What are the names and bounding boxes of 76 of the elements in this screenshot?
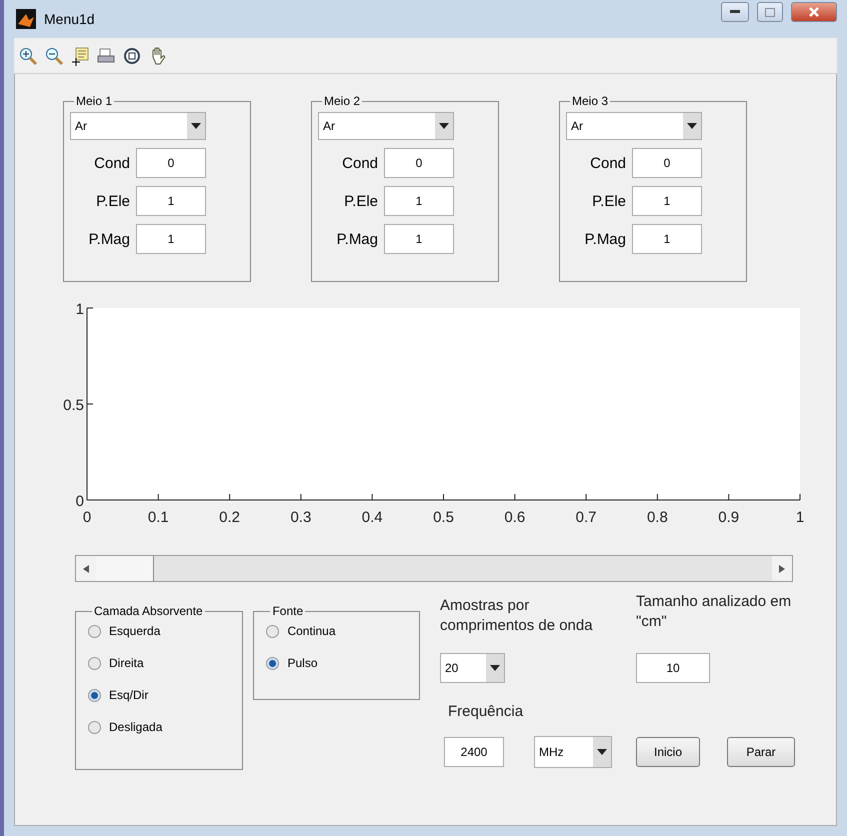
parameter-field[interactable]: 1: [384, 186, 454, 216]
parameter-label: P.Ele: [95, 192, 130, 210]
maximize-icon: [765, 8, 775, 16]
radio-option[interactable]: Esq/Dir: [88, 688, 230, 702]
action-button[interactable]: Inicio: [636, 736, 700, 766]
tick-label: 0.9: [718, 509, 740, 526]
parameter-label: P.Mag: [88, 230, 130, 248]
panel-title: Meio 3: [571, 94, 610, 108]
app-icon: [16, 9, 36, 29]
radio-option[interactable]: Direita: [88, 656, 230, 670]
parameter-field[interactable]: 1: [136, 186, 206, 216]
horizontal-scrollbar[interactable]: [75, 555, 793, 582]
close-icon: [809, 7, 819, 17]
tick-label: 0.5: [63, 397, 84, 414]
minimize-icon: [730, 10, 740, 14]
tick-label: 0.7: [576, 509, 597, 526]
parameter-field[interactable]: 1: [136, 224, 206, 254]
close-button[interactable]: [791, 2, 837, 22]
tick-label: 1: [76, 301, 84, 318]
size-field[interactable]: 10: [636, 653, 710, 683]
samples-label: Amostras por comprimentos de onda: [440, 596, 594, 636]
radio-option[interactable]: Desligada: [88, 720, 230, 734]
tick-label: 0.3: [290, 509, 312, 526]
unit-dropdown[interactable]: MHz: [534, 736, 612, 768]
panel-title: Camada Absorvente: [93, 604, 204, 618]
tick-label: 0.6: [504, 509, 526, 526]
tick-label: 0.8: [646, 509, 668, 526]
parameter-field[interactable]: 0: [632, 148, 702, 178]
right-arrow-icon[interactable]: [779, 564, 785, 572]
radio-option[interactable]: Pulso: [266, 656, 407, 670]
material-dropdown[interactable]: Ar: [318, 112, 454, 140]
tick-label: 1: [796, 509, 804, 526]
parameter-field[interactable]: 0: [136, 148, 206, 178]
material-dropdown[interactable]: Ar: [70, 112, 206, 140]
caret-icon: [490, 665, 500, 671]
tick-label: 0.4: [362, 509, 383, 526]
frequency-field[interactable]: 2400: [444, 736, 504, 766]
parameter-field[interactable]: 1: [632, 224, 702, 254]
frequency-label: Frequência: [448, 702, 524, 722]
parameter-label: P.Ele: [591, 192, 626, 210]
tick-label: 0.5: [433, 509, 454, 526]
printer-icon[interactable]: [96, 46, 116, 66]
zoom-out-icon[interactable]: [44, 46, 64, 66]
left-arrow-icon[interactable]: [83, 564, 89, 572]
tick-label: 0: [76, 493, 84, 510]
panel-title: Fonte: [271, 604, 304, 618]
window-title: Menu1d: [44, 11, 95, 27]
parameter-field[interactable]: 1: [384, 224, 454, 254]
parameter-label: P.Mag: [584, 230, 626, 248]
caret-icon: [597, 748, 607, 754]
scrollbar-thumb[interactable]: [96, 556, 154, 581]
tick-label: 0: [82, 509, 92, 526]
caret-icon: [191, 123, 201, 129]
maximize-button[interactable]: [757, 2, 783, 22]
minimize-button[interactable]: [721, 2, 749, 22]
panel-title: Meio 2: [323, 94, 362, 108]
parameter-label: P.Ele: [343, 192, 378, 210]
caret-icon: [687, 123, 697, 129]
radio-option[interactable]: Continua: [266, 624, 407, 638]
parameter-label: Cond: [93, 154, 130, 172]
data-cursor-icon[interactable]: [70, 46, 90, 66]
tick-label: 0.1: [148, 509, 169, 526]
parameter-label: P.Mag: [336, 230, 378, 248]
tick-label: 0.2: [219, 509, 240, 526]
samples-dropdown[interactable]: 20: [440, 653, 505, 683]
size-label: Tamanho analizado em "cm": [636, 592, 792, 632]
parameter-field[interactable]: 1: [632, 186, 702, 216]
parameter-label: Cond: [589, 154, 626, 172]
parameter-field[interactable]: 0: [384, 148, 454, 178]
action-button[interactable]: Parar: [727, 736, 795, 766]
material-dropdown[interactable]: Ar: [566, 112, 702, 140]
zoom-in-icon[interactable]: [18, 46, 38, 66]
radio-option[interactable]: Esquerda: [88, 624, 230, 638]
parameter-label: Cond: [341, 154, 378, 172]
caret-icon: [439, 123, 449, 129]
panel-title: Meio 1: [75, 94, 114, 108]
